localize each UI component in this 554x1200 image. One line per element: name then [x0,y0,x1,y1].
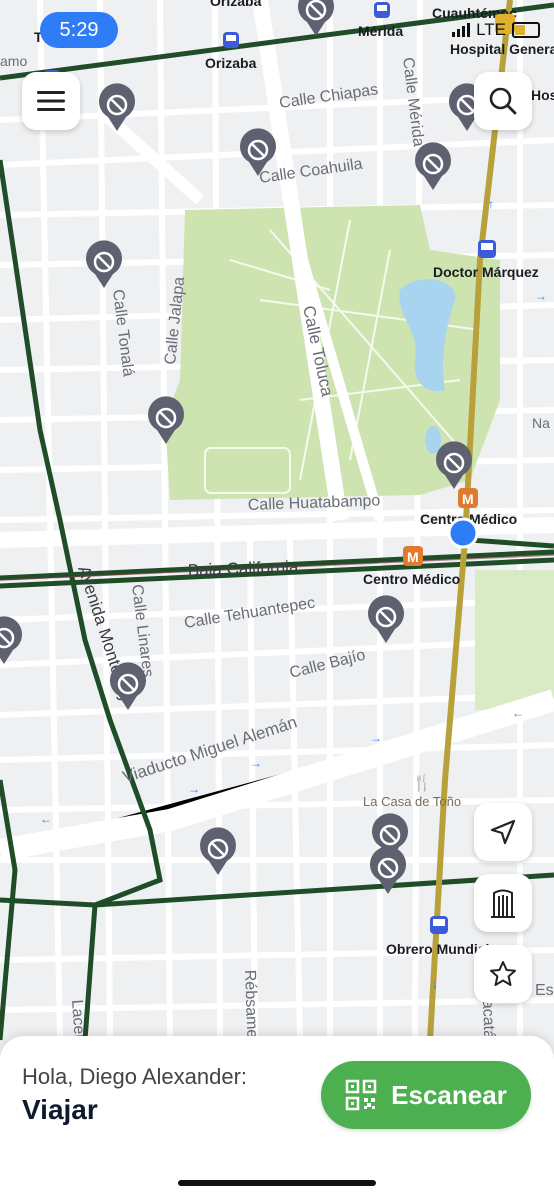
svg-text:→: → [250,756,262,770]
station-label: Hos [531,87,554,103]
qr-code-icon [345,1079,377,1111]
menu-icon [37,91,65,111]
search-button[interactable] [474,72,532,130]
station-label: Doctor Márquez [433,264,539,280]
transit-button[interactable] [474,874,532,932]
street-label: Es [535,982,554,999]
station-label: Na [532,415,550,431]
battery-icon [512,22,540,38]
menu-button[interactable] [22,72,80,130]
metro-station-icon [491,889,515,918]
star-icon [490,961,516,986]
place-label: La Casa de Toño [363,794,461,809]
greeting-text: Hola, Diego Alexander: [22,1064,248,1089]
status-indicators: LTE [452,20,540,40]
home-indicator [178,1180,376,1186]
navigation-arrow-icon [490,819,516,845]
station-label: Mérida [358,23,403,39]
map-view[interactable]: Calle Chiapas Calle Coahuila Calle Mérid… [0,0,554,1200]
svg-text:→: → [535,289,547,303]
svg-text:M: M [407,549,419,565]
current-location-dot [447,517,479,549]
scan-button[interactable]: Escanear [321,1061,531,1129]
station-label: Orizaba [205,55,257,71]
search-icon [489,87,517,115]
scan-button-label: Escanear [391,1079,507,1110]
svg-text:↓: ↓ [432,977,438,991]
station-label: Centro Médico [363,571,460,587]
svg-text:←: ← [512,706,524,720]
svg-text:←: ← [40,812,52,826]
station-label: amo [0,53,27,69]
bottom-sheet: Hola, Diego Alexander: Viajar Escanear [0,1036,554,1200]
station-label: Orizaba [210,0,262,9]
station-label: Hospital Genera [450,41,554,57]
svg-text:→: → [370,731,382,745]
favorites-button[interactable] [474,945,532,1003]
status-time: 5:29 [40,12,118,48]
network-label: LTE [476,20,506,39]
restaurant-icon: 🍴 [412,773,432,792]
svg-text:→: → [188,782,200,796]
street-label: Baja California [187,557,299,580]
street-label: acatá [479,1000,497,1040]
signal-icon [452,23,471,37]
locate-button[interactable] [474,803,532,861]
svg-text:M: M [462,491,474,507]
action-title: Viajar [22,1094,98,1125]
svg-text:↑: ↑ [488,197,494,211]
